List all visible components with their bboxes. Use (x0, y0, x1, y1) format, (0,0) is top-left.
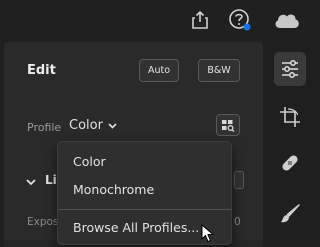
profile-grid-icon (222, 119, 235, 132)
panel-title: Edit (27, 63, 56, 78)
profile-select[interactable]: Color (69, 118, 117, 133)
share-icon[interactable] (187, 7, 213, 33)
menu-divider (58, 209, 231, 210)
menu-item-monochrome[interactable]: Monochrome (73, 182, 154, 197)
bw-button[interactable]: B&W (198, 59, 240, 82)
top-bar (0, 0, 313, 40)
section-options-button[interactable] (234, 171, 244, 189)
slider-value: 0 (234, 216, 241, 228)
healing-bandage-icon[interactable] (274, 147, 306, 179)
profile-browser-button[interactable] (216, 114, 240, 136)
cloud-icon[interactable] (272, 7, 302, 33)
profile-value: Color (69, 118, 103, 133)
chevron-down-icon[interactable] (26, 179, 36, 186)
help-icon[interactable] (227, 7, 253, 33)
crop-rotate-icon[interactable] (274, 101, 306, 133)
menu-item-color[interactable]: Color (73, 154, 106, 169)
menu-item-browse-all-profiles[interactable]: Browse All Profiles... (73, 220, 199, 235)
profile-label: Profile (27, 121, 62, 134)
adjust-sliders-icon[interactable] (274, 53, 306, 85)
brush-icon[interactable] (274, 198, 306, 230)
chevron-down-icon (108, 122, 117, 129)
notification-dot (243, 23, 251, 31)
auto-button[interactable]: Auto (139, 59, 179, 82)
mouse-pointer-icon (201, 224, 215, 243)
